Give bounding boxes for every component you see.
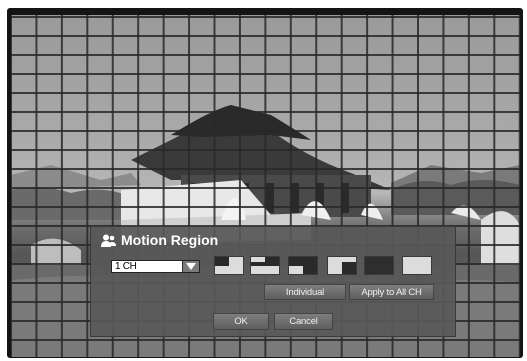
preset-icon xyxy=(289,257,317,274)
apply-to-all-button-label: Apply to All CH xyxy=(361,286,422,298)
preset-icon xyxy=(251,257,279,274)
motion-region-dialog: Motion Region 1 CH Individual Apply to A… xyxy=(90,226,456,337)
preset-top-left-quadrant[interactable] xyxy=(214,256,244,275)
preset-icon xyxy=(215,257,243,274)
preset-icon xyxy=(328,257,356,274)
ok-button[interactable]: OK xyxy=(213,313,269,330)
dialog-title: Motion Region xyxy=(101,231,218,249)
preset-full-dark[interactable] xyxy=(364,256,394,275)
dropdown-button[interactable] xyxy=(182,261,199,272)
preset-bottom-right-quadrant[interactable] xyxy=(288,256,318,275)
individual-button[interactable]: Individual xyxy=(264,284,346,300)
chevron-down-icon xyxy=(186,263,196,270)
preset-bottom-right-corner[interactable] xyxy=(327,256,357,275)
channel-select-value: 1 CH xyxy=(115,261,137,272)
cancel-button-label: Cancel xyxy=(289,316,318,327)
ok-button-label: OK xyxy=(234,316,248,327)
screen: Motion Region 1 CH Individual Apply to A… xyxy=(0,0,527,361)
individual-button-label: Individual xyxy=(285,286,325,298)
person-icon xyxy=(101,234,116,247)
preset-icon xyxy=(403,257,431,274)
cancel-button[interactable]: Cancel xyxy=(274,313,333,330)
dialog-title-text: Motion Region xyxy=(121,232,219,248)
preset-icon xyxy=(365,257,393,274)
apply-to-all-button[interactable]: Apply to All CH xyxy=(349,284,434,300)
channel-select[interactable]: 1 CH xyxy=(111,260,200,273)
preset-top-right-corner[interactable] xyxy=(250,256,280,275)
preset-empty[interactable] xyxy=(402,256,432,275)
